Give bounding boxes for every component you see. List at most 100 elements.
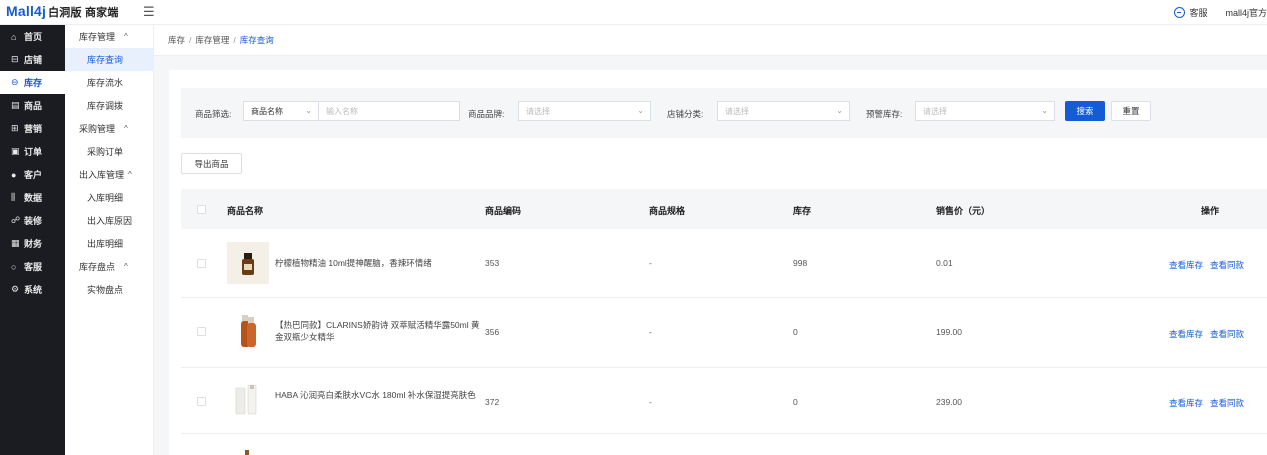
- sidebar-item-service[interactable]: ○ 客服: [0, 255, 65, 278]
- select-all-checkbox[interactable]: [197, 205, 206, 214]
- logo-sub: 白洞版 商家端: [48, 7, 119, 19]
- shop-category-label: 店铺分类:: [667, 109, 704, 119]
- product-spec: -: [649, 327, 652, 337]
- subnav-item-stock-transfer[interactable]: 库存调拨: [65, 94, 153, 117]
- subnav-item-inout-reason[interactable]: 出入库原因: [65, 209, 153, 232]
- sidebar-item-shop[interactable]: ⊟ 店铺: [0, 48, 65, 71]
- breadcrumb: 库存 / 库存管理 / 库存查询: [154, 25, 1267, 56]
- breadcrumb-item[interactable]: 库存: [168, 34, 185, 46]
- subnav-item-purchase-order[interactable]: 采购订单: [65, 140, 153, 163]
- column-header-code: 商品编码: [485, 206, 522, 216]
- product-price: 239.00: [936, 397, 962, 407]
- breadcrumb-item[interactable]: 库存管理: [195, 34, 229, 46]
- brand-label: 商品品牌:: [468, 109, 505, 119]
- shop-icon: ⊟: [11, 54, 19, 64]
- product-filter-select[interactable]: 商品名称 ⌄: [243, 101, 319, 121]
- sidebar-item-customer[interactable]: ● 客户: [0, 163, 65, 186]
- table-row: 【热巴同款】CLARINS娇韵诗 双萃赋活精华露50ml 黄金双瓶少女精华 35…: [181, 298, 1267, 368]
- row-checkbox[interactable]: [197, 397, 206, 406]
- sidebar-item-label: 订单: [24, 147, 43, 157]
- customer-service-link[interactable]: 客服: [1189, 6, 1207, 19]
- chevron-up-icon: ^: [124, 262, 128, 271]
- product-filter-label: 商品筛选:: [195, 109, 232, 119]
- view-stock-link[interactable]: 查看库存: [1169, 329, 1203, 339]
- chevron-down-icon: ⌄: [836, 106, 843, 115]
- filter-panel: 商品筛选: 商品名称 ⌄ 输入名称 商品品牌: 请选择 ⌄ 店铺分类: 请选择 …: [181, 88, 1267, 138]
- product-name-input[interactable]: 输入名称: [318, 101, 460, 121]
- view-stock-link[interactable]: 查看库存: [1169, 398, 1203, 408]
- subnav-item-physical-count[interactable]: 实物盘点: [65, 278, 153, 301]
- sidebar-item-label: 商品: [24, 101, 43, 111]
- breadcrumb-current: 库存查询: [239, 35, 274, 45]
- sidebar-item-decoration[interactable]: ☍ 装修: [0, 209, 65, 232]
- sidebar-item-label: 客服: [24, 262, 43, 272]
- subnav-item-stock-query[interactable]: 库存查询: [65, 48, 153, 71]
- row-checkbox[interactable]: [197, 327, 206, 336]
- subnav-group-purchase-management[interactable]: 采购管理 ^: [65, 117, 153, 140]
- column-header-actions: 操作: [1201, 206, 1220, 216]
- brand-select[interactable]: 请选择 ⌄: [518, 101, 651, 121]
- subnav-group-stock-management[interactable]: 库存管理 ^: [65, 25, 153, 48]
- product-thumbnail[interactable]: [227, 380, 269, 422]
- subnav-item-stock-flow[interactable]: 库存流水: [65, 71, 153, 94]
- sub-sidebar: 库存管理 ^ 库存查询 库存流水 库存调拨 采购管理 ^ 采购订单 出入库管理 ^ 入…: [65, 25, 154, 455]
- chevron-up-icon: ^: [124, 124, 128, 133]
- table-row: [181, 434, 1267, 455]
- subnav-group-inout-management[interactable]: 出入库管理 ^: [65, 163, 153, 186]
- top-right-area: 客服 mall4j官方: [1174, 6, 1267, 19]
- table-header: 商品名称 商品编码 商品规格 库存 销售价（元） 操作: [181, 189, 1267, 229]
- product-name[interactable]: HABA 沁润亮白柔肤水VC水 180ml 补水保湿提亮肤色: [275, 389, 481, 401]
- sidebar-item-finance[interactable]: ▦ 财务: [0, 232, 65, 255]
- user-name[interactable]: mall4j官方: [1225, 6, 1267, 19]
- column-header-name: 商品名称: [227, 206, 264, 216]
- warning-stock-label: 预警库存:: [866, 109, 903, 119]
- view-same-style-link[interactable]: 查看同款: [1210, 260, 1244, 270]
- product-stock: 0: [793, 397, 798, 407]
- top-bar: Mall4j 白洞版 商家端 ☰ 客服 mall4j官方: [0, 0, 1267, 25]
- product-stock: 998: [793, 258, 808, 268]
- subnav-item-outbound-detail[interactable]: 出库明细: [65, 232, 153, 255]
- sidebar-item-stock[interactable]: ⊖ 库存: [0, 71, 65, 94]
- reset-button[interactable]: 重置: [1111, 101, 1151, 121]
- column-header-price: 销售价（元）: [936, 206, 991, 216]
- shop-category-select[interactable]: 请选择 ⌄: [717, 101, 850, 121]
- view-stock-link[interactable]: 查看库存: [1169, 260, 1203, 270]
- row-checkbox[interactable]: [197, 259, 206, 268]
- search-button[interactable]: 搜索: [1065, 101, 1105, 121]
- main-sidebar: ⌂ 首页 ⊟ 店铺 ⊖ 库存 ▤ 商品 ⊞ 营销 ▣ 订单 ● 客户 ⫼ 数据 ☍ 装修 ▦ 财务 …: [0, 25, 65, 455]
- toner-bottle-image: [235, 384, 257, 415]
- sidebar-item-system[interactable]: ⚙ 系统: [0, 278, 65, 301]
- sidebar-item-label: 库存: [24, 78, 43, 88]
- subnav-group-label: 采购管理: [79, 124, 116, 134]
- chevron-up-icon: ^: [128, 170, 132, 179]
- menu-toggle-icon[interactable]: ☰: [143, 4, 155, 20]
- subnav-item-inbound-detail[interactable]: 入库明细: [65, 186, 153, 209]
- sidebar-item-marketing[interactable]: ⊞ 营销: [0, 117, 65, 140]
- view-same-style-link[interactable]: 查看同款: [1210, 398, 1244, 408]
- logo[interactable]: Mall4j 白洞版 商家端: [6, 3, 119, 20]
- product-thumbnail[interactable]: [227, 242, 269, 284]
- order-icon: ▣: [11, 146, 20, 156]
- sidebar-item-data[interactable]: ⫼ 数据: [0, 186, 65, 209]
- breadcrumb-separator: /: [189, 35, 192, 45]
- export-products-button[interactable]: 导出商品: [181, 153, 242, 174]
- warning-stock-select[interactable]: 请选择 ⌄: [915, 101, 1055, 121]
- sidebar-item-label: 财务: [24, 239, 43, 249]
- product-name[interactable]: 柠檬植物精油 10ml提神醒脑，香辣环情绪: [275, 257, 481, 269]
- table-row: 柠檬植物精油 10ml提神醒脑，香辣环情绪 353 - 998 0.01 查看库…: [181, 229, 1267, 298]
- sidebar-item-product[interactable]: ▤ 商品: [0, 94, 65, 117]
- subnav-group-stocktake[interactable]: 库存盘点 ^: [65, 255, 153, 278]
- shop-category-placeholder: 请选择: [725, 106, 749, 116]
- customer-service-icon[interactable]: [1174, 7, 1186, 18]
- column-header-stock: 库存: [793, 206, 812, 216]
- column-header-spec: 商品规格: [649, 206, 686, 216]
- product-filter-select-value: 商品名称: [251, 106, 283, 116]
- product-thumbnail[interactable]: [227, 448, 269, 455]
- view-same-style-link[interactable]: 查看同款: [1210, 329, 1244, 339]
- product-name-placeholder: 输入名称: [326, 106, 358, 116]
- product-spec: -: [649, 258, 652, 268]
- sidebar-item-home[interactable]: ⌂ 首页: [0, 25, 65, 48]
- product-name[interactable]: 【热巴同款】CLARINS娇韵诗 双萃赋活精华露50ml 黄金双瓶少女精华: [275, 319, 481, 343]
- sidebar-item-order[interactable]: ▣ 订单: [0, 140, 65, 163]
- product-thumbnail[interactable]: [227, 311, 269, 353]
